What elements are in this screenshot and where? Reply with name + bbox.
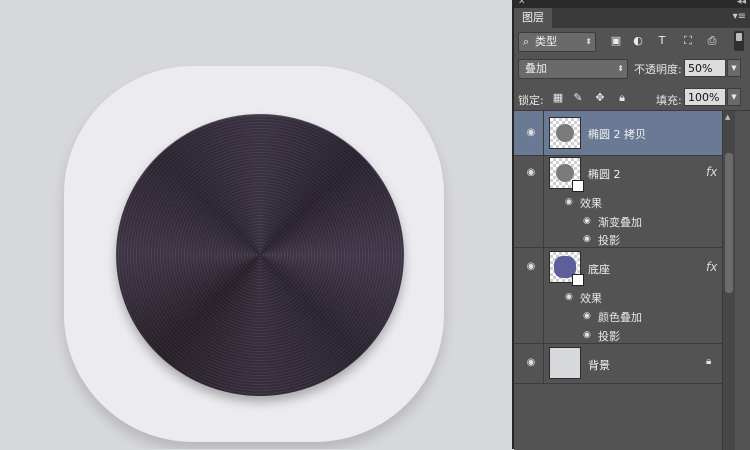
eye-icon[interactable]: ◉ <box>524 128 538 138</box>
fx-icon[interactable]: fx <box>706 165 717 179</box>
fill-dropdown-button[interactable]: ▼ <box>727 88 741 106</box>
scrollbar-thumb[interactable] <box>725 153 733 293</box>
effect-item[interactable]: 投影 <box>598 232 620 248</box>
visibility-column: ◉ <box>514 343 544 383</box>
effect-item[interactable]: 渐变叠加 <box>598 214 642 230</box>
smart-object-filter-icon[interactable]: ⎙ <box>704 32 720 50</box>
layer-thumbnail[interactable] <box>549 347 581 379</box>
brushed-metal-disc <box>116 114 404 396</box>
updown-arrow-icon: ⬍ <box>585 37 592 46</box>
opacity-label: 不透明度: <box>634 63 682 76</box>
layer-row[interactable]: ◉ 底座 fx ◉ 效果 ◉ 颜色叠加 ◉ 投影 <box>514 247 722 344</box>
layer-row[interactable]: ◉ 椭圆 2 fx ◉ 效果 ◉ 渐变叠加 ◉ 投影 <box>514 155 722 248</box>
layer-thumbnail[interactable] <box>549 117 581 149</box>
effects-label: 效果 <box>580 292 602 305</box>
effects-label: 效果 <box>580 197 602 210</box>
eye-icon[interactable]: ◉ <box>583 234 591 244</box>
eye-icon[interactable]: ◉ <box>524 168 538 178</box>
vector-mask-icon <box>572 274 584 286</box>
layer-name[interactable]: 椭圆 2 拷贝 <box>588 126 646 142</box>
search-icon: ⌕ <box>523 35 530 48</box>
lock-label: 锁定: <box>518 94 544 107</box>
vector-mask-icon <box>572 180 584 192</box>
layer-name[interactable]: 椭圆 2 <box>588 166 621 182</box>
eye-icon[interactable]: ◉ <box>583 311 591 321</box>
document-canvas[interactable] <box>0 0 512 449</box>
visibility-column: ◉ <box>514 111 544 155</box>
eye-icon[interactable]: ◉ <box>583 216 591 226</box>
layer-filter-select[interactable]: ⌕ 类型 ⬍ <box>518 32 596 52</box>
panel-top-bar: ✕ ◂◂ <box>514 0 750 8</box>
ellipse-thumb-shape <box>556 124 574 142</box>
eye-icon[interactable]: ◉ <box>583 330 591 340</box>
layers-scrollbar[interactable]: ▲ <box>722 111 735 450</box>
adjustment-filter-icon[interactable]: ◐ <box>630 32 646 50</box>
visibility-column: ◉ <box>514 247 544 343</box>
layer-name[interactable]: 背景 <box>588 357 610 373</box>
opacity-field[interactable]: 50% <box>684 59 726 77</box>
fx-icon[interactable]: fx <box>706 260 717 274</box>
lock-transparency-icon[interactable]: ▦ <box>550 89 566 107</box>
tab-row: 图层 ▾≡ <box>514 8 750 28</box>
layer-thumbnail[interactable] <box>549 157 584 192</box>
eye-icon[interactable]: ◉ <box>565 292 573 302</box>
scroll-up-icon[interactable]: ▲ <box>725 113 730 121</box>
lock-paint-icon[interactable]: ✎ <box>570 89 586 107</box>
close-icon[interactable]: ✕ <box>518 0 526 7</box>
shape-filter-icon[interactable]: ⛶ <box>680 32 696 50</box>
lock-all-icon[interactable]: 🔒︎ <box>614 89 630 107</box>
layer-row[interactable]: ◉ 椭圆 2 拷贝 <box>514 111 722 156</box>
panel-menu-icon[interactable]: ▾≡ <box>733 11 746 22</box>
type-filter-icon[interactable]: T <box>654 32 670 50</box>
eye-icon[interactable]: ◉ <box>524 358 538 368</box>
collapse-icon[interactable]: ◂◂ <box>737 0 746 7</box>
filter-toggle-switch[interactable] <box>734 31 744 51</box>
eye-icon[interactable]: ◉ <box>524 262 538 272</box>
tab-layers[interactable]: 图层 <box>514 8 552 28</box>
lock-icon: 🔒︎ <box>706 356 712 367</box>
effect-item[interactable]: 颜色叠加 <box>598 309 642 325</box>
lock-position-icon[interactable]: ✥ <box>592 89 608 107</box>
fill-field[interactable]: 100% <box>684 88 726 106</box>
updown-arrow-icon: ⬍ <box>617 64 624 73</box>
layer-row[interactable]: ◉ 背景 🔒︎ <box>514 343 722 384</box>
effect-item[interactable]: 投影 <box>598 328 620 344</box>
blend-mode-select[interactable]: 叠加 ⬍ <box>518 59 628 79</box>
layers-panel: ✕ ◂◂ 图层 ▾≡ ⌕ 类型 ⬍ ▣ ◐ T ⛶ ⎙ 叠加 ⬍ 不透明度: 5… <box>514 0 750 450</box>
visibility-column: ◉ <box>514 155 544 247</box>
image-filter-icon[interactable]: ▣ <box>608 32 624 50</box>
opacity-dropdown-button[interactable]: ▼ <box>727 59 741 77</box>
eye-icon[interactable]: ◉ <box>565 197 573 207</box>
layer-thumbnail[interactable] <box>549 251 584 286</box>
filter-kind-label: 类型 <box>535 35 557 48</box>
layer-name[interactable]: 底座 <box>588 261 610 277</box>
layers-list: ◉ 椭圆 2 拷贝 ◉ 椭圆 2 fx ◉ 效果 ◉ 渐变叠加 ◉ 投影 ◉ 底… <box>514 110 750 450</box>
blend-mode-value: 叠加 <box>525 62 547 75</box>
fill-label: 填充: <box>656 94 682 107</box>
